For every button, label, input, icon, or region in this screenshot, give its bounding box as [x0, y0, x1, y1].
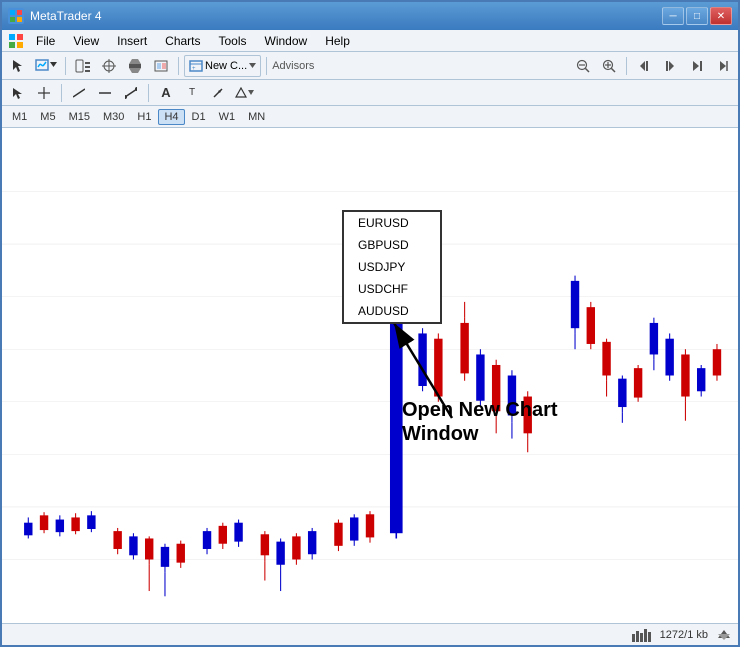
candlestick-chart: [2, 128, 738, 623]
arrow-tool[interactable]: [206, 82, 230, 104]
title-bar-left: MetaTrader 4: [8, 8, 102, 24]
expand-button[interactable]: [149, 55, 173, 77]
new-chart-group[interactable]: [32, 55, 60, 77]
title-bar: MetaTrader 4 ─ □ ✕: [2, 2, 738, 30]
dropdown-item-eurusd[interactable]: EURUSD: [344, 212, 440, 234]
dropdown-item-usdchf[interactable]: USDCHF: [344, 278, 440, 300]
app-icon: [8, 8, 24, 24]
trendline-tool[interactable]: [119, 82, 143, 104]
tf-m30[interactable]: M30: [97, 109, 130, 125]
status-chart-icon: [632, 628, 652, 642]
svg-text:+: +: [192, 66, 196, 72]
timeframe-bar: M1 M5 M15 M30 H1 H4 D1 W1 MN: [2, 106, 738, 128]
toolbar-separator-4: [626, 57, 627, 75]
window-controls: ─ □ ✕: [662, 7, 732, 25]
tf-d1[interactable]: D1: [186, 109, 212, 125]
main-window: MetaTrader 4 ─ □ ✕ File View Insert Char…: [0, 0, 740, 647]
zoom-in-chart-button[interactable]: [597, 55, 621, 77]
menu-charts[interactable]: Charts: [157, 32, 208, 50]
tf-m15[interactable]: M15: [63, 109, 96, 125]
dropdown-item-gbpusd[interactable]: GBPUSD: [344, 234, 440, 256]
dropdown-item-usdjpy[interactable]: USDJPY: [344, 256, 440, 278]
navigator-button[interactable]: [71, 55, 95, 77]
maximize-button[interactable]: □: [686, 7, 708, 25]
toolbar-separator-1: [65, 57, 66, 75]
status-bar: 1272/1 kb: [2, 623, 738, 645]
cursor-tool[interactable]: [6, 82, 30, 104]
scroll-left-button[interactable]: [632, 55, 656, 77]
hline-tool[interactable]: [93, 82, 117, 104]
tf-h4[interactable]: H4: [158, 109, 184, 125]
auto-scroll-button[interactable]: [710, 55, 734, 77]
line-tool[interactable]: [67, 82, 91, 104]
advisors-label: Advisors: [272, 60, 314, 72]
app-logo-icon: [6, 30, 26, 52]
crosshair-button[interactable]: [97, 55, 121, 77]
toolbar-separator-3: [266, 57, 267, 75]
label-tool[interactable]: T: [180, 82, 204, 104]
main-toolbar: + New C... Advisors: [2, 52, 738, 80]
zoom-in-button[interactable]: [123, 55, 147, 77]
menu-view[interactable]: View: [65, 32, 107, 50]
toolbar-separator-2: [178, 57, 179, 75]
zoom-out-chart-button[interactable]: [571, 55, 595, 77]
scroll-indicator-icon: [716, 628, 732, 642]
close-button[interactable]: ✕: [710, 7, 732, 25]
chart-area: EURUSD GBPUSD USDJPY USDCHF AUDUSD Open …: [2, 128, 738, 623]
drawing-toolbar: A T: [2, 80, 738, 106]
status-right: 1272/1 kb: [632, 628, 732, 642]
status-memory: 1272/1 kb: [660, 629, 708, 641]
minimize-button[interactable]: ─: [662, 7, 684, 25]
main-area: EURUSD GBPUSD USDJPY USDCHF AUDUSD Open …: [2, 128, 738, 623]
menu-insert[interactable]: Insert: [109, 32, 155, 50]
menu-bar: File View Insert Charts Tools Window Hel…: [2, 30, 738, 52]
scroll-end-button[interactable]: [684, 55, 708, 77]
window-title: MetaTrader 4: [30, 9, 102, 23]
menu-tools[interactable]: Tools: [211, 32, 255, 50]
select-tool-button[interactable]: [6, 55, 30, 77]
menu-file[interactable]: File: [28, 32, 63, 50]
dropdown-item-audusd[interactable]: AUDUSD: [344, 300, 440, 322]
shape-tool[interactable]: [232, 82, 257, 104]
text-tool[interactable]: A: [154, 82, 178, 104]
crosshair-tool[interactable]: [32, 82, 56, 104]
drawing-separator-1: [61, 84, 62, 102]
new-chart-label: New C...: [205, 60, 247, 72]
tf-m1[interactable]: M1: [6, 109, 33, 125]
menu-help[interactable]: Help: [317, 32, 358, 50]
symbol-dropdown[interactable]: EURUSD GBPUSD USDJPY USDCHF AUDUSD: [342, 210, 442, 324]
tf-mn[interactable]: MN: [242, 109, 271, 125]
tf-m5[interactable]: M5: [34, 109, 61, 125]
tf-h1[interactable]: H1: [131, 109, 157, 125]
menu-window[interactable]: Window: [257, 32, 316, 50]
new-chart-button[interactable]: + New C...: [184, 55, 261, 77]
drawing-separator-2: [148, 84, 149, 102]
scroll-right-button[interactable]: [658, 55, 682, 77]
tf-w1[interactable]: W1: [213, 109, 242, 125]
